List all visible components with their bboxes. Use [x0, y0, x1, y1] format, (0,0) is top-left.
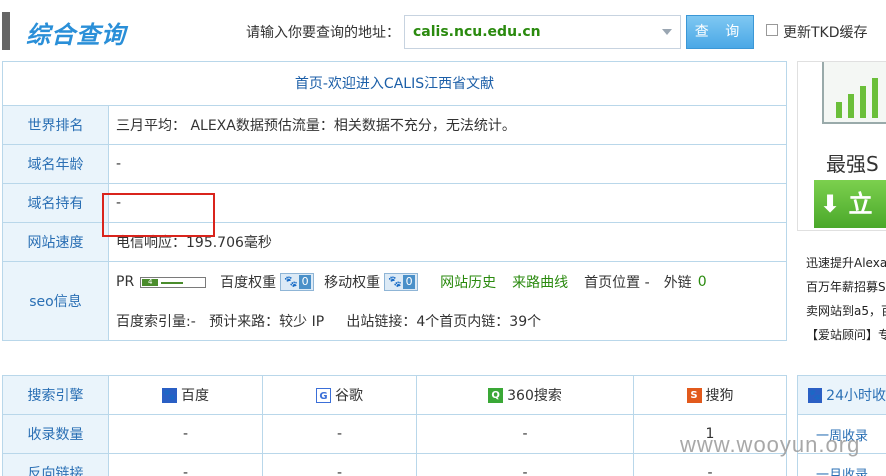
baidu-paw-icon: 🐾 [388, 275, 402, 288]
row-label: 网站速度 [3, 223, 109, 261]
external-links-label: 外链 [663, 275, 692, 291]
engine-name: 谷歌 [335, 388, 363, 404]
row-value: 三月平均： ALEXA数据预估流量：相关数据不充分，无法统计。 [116, 118, 516, 134]
row-label: 世界排名 [3, 106, 109, 144]
table-cell: - [109, 454, 263, 476]
baidu-weight-badge[interactable]: 🐾 0 [280, 273, 315, 291]
engine-360: Q 360搜索 [417, 376, 634, 414]
table-row-seo: seo信息 PR 4 百度权重 🐾 0 移动权重 🐾 0 网站历史 来路曲线 首… [3, 262, 786, 340]
table-row-backlinks: 反向链接 - - - - [3, 454, 786, 476]
list-item[interactable]: 迅速提升Alexa [797, 251, 886, 275]
address-input[interactable]: calis.ncu.edu.cn [404, 15, 681, 49]
news-list: 迅速提升Alexa 百万年薪招募S 卖网站到a5，百 【爱站顾问】专 [797, 251, 886, 347]
table-cell: - [417, 454, 634, 476]
list-item[interactable]: 百万年薪招募S [797, 275, 886, 299]
external-links-value[interactable]: 0 [698, 274, 707, 290]
sogou-s-icon: S [686, 387, 702, 403]
engine-name: 360搜索 [507, 388, 562, 404]
download-button[interactable]: ⬇ 立 [814, 180, 886, 228]
homepage-position: 首页位置 - [584, 275, 650, 291]
engine-sogou: S 搜狗 [634, 376, 786, 414]
baidu-weight-value: 0 [299, 275, 312, 289]
pr-label: PR [116, 274, 135, 290]
table-cell: - [109, 415, 263, 453]
row-label: seo信息 [3, 262, 109, 340]
table-cell[interactable]: - [417, 415, 634, 453]
pagerank-value: 4 [142, 278, 159, 286]
engine-name: 搜狗 [705, 388, 734, 404]
row-label: 域名持有 [3, 184, 109, 222]
engine-name: 百度 [181, 388, 209, 404]
chart-illustration-icon [822, 62, 886, 124]
row-label: 反向链接 [3, 454, 109, 476]
baidu-paw-icon: 🐾 [162, 387, 177, 403]
google-g-icon: G [316, 387, 331, 403]
chart-bar [860, 86, 866, 118]
table-header-row: 搜索引擎 🐾 百度 G 谷歌 Q 360搜索 S 搜狗 [3, 376, 786, 415]
address-prompt-label: 请输入你要查询的地址： [246, 25, 400, 41]
360-search-icon: Q [488, 387, 504, 403]
row-value: - [116, 156, 122, 172]
list-item[interactable]: 卖网站到a5，百 [797, 299, 886, 323]
panel-header: 🐾 24小时收 [798, 376, 886, 415]
search-engine-table: 搜索引擎 🐾 百度 G 谷歌 Q 360搜索 S 搜狗 收录数量 - - - 1… [2, 375, 787, 476]
page-title: 综合查询 [26, 21, 126, 49]
chevron-down-icon[interactable] [662, 29, 672, 35]
title-accent-bar [2, 12, 10, 50]
chart-bar [872, 78, 878, 118]
table-row-indexed: 收录数量 - - - 1 [3, 415, 786, 454]
mobile-weight-badge[interactable]: 🐾 0 [384, 273, 419, 291]
engine-google: G 谷歌 [263, 376, 417, 414]
watermark: www.wooyun.org [680, 432, 861, 457]
seo-line-1: PR 4 百度权重 🐾 0 移动权重 🐾 0 网站历史 来路曲线 首页位置 - [116, 262, 786, 302]
header: 综合查询 请输入你要查询的地址： calis.ncu.edu.cn 查 询 更新… [0, 0, 886, 60]
seo-values: PR 4 百度权重 🐾 0 移动权重 🐾 0 网站历史 来路曲线 首页位置 - [109, 262, 786, 340]
update-tkd-label: 更新TKD缓存 [783, 25, 868, 41]
address-input-value: calis.ncu.edu.cn [413, 24, 541, 40]
pagerank-fill [161, 281, 184, 284]
site-history-link[interactable]: 网站历史 [440, 272, 496, 292]
table-cell: - [263, 454, 417, 476]
recent-index-panel: 🐾 24小时收 一周收录 一月收录 [797, 375, 886, 476]
site-title[interactable]: 首页-欢迎进入CALIS江西省文献 [3, 62, 786, 106]
pagerank-bar: 4 [140, 276, 207, 288]
row-label: 收录数量 [3, 415, 109, 453]
pagerank-highlight-box [102, 193, 215, 237]
traffic-curve-link[interactable]: 来路曲线 [512, 272, 568, 292]
mobile-weight-value: 0 [403, 275, 416, 289]
ad-headline: 最强S [826, 152, 879, 176]
baidu-weight-label: 百度权重 [220, 275, 277, 291]
query-button[interactable]: 查 询 [686, 15, 754, 49]
list-item[interactable]: 【爱站顾问】专 [797, 323, 886, 347]
baidu-paw-icon: 🐾 [284, 275, 298, 288]
panel-title: 24小时收 [826, 388, 886, 404]
row-label: 域名年龄 [3, 145, 109, 183]
table-row-world-rank: 世界排名 三月平均： ALEXA数据预估流量：相关数据不充分，无法统计。 [3, 106, 786, 145]
update-tkd-checkbox[interactable] [766, 24, 778, 36]
baidu-paw-icon: 🐾 [808, 387, 823, 403]
seo-line-2: 百度索引量:- 预计来路：较少 IP 出站链接：4个首页内链：39个 [116, 314, 542, 330]
table-cell[interactable]: - [263, 415, 417, 453]
engine-baidu: 🐾 百度 [109, 376, 263, 414]
chart-bar [836, 102, 842, 118]
chart-bar [848, 94, 854, 118]
table-row-domain-age: 域名年龄 - [3, 145, 786, 184]
ad-banner[interactable]: 最强S ⬇ 立 [797, 61, 886, 231]
row-label: 搜索引擎 [3, 376, 109, 414]
mobile-weight-label: 移动权重 [324, 275, 381, 291]
